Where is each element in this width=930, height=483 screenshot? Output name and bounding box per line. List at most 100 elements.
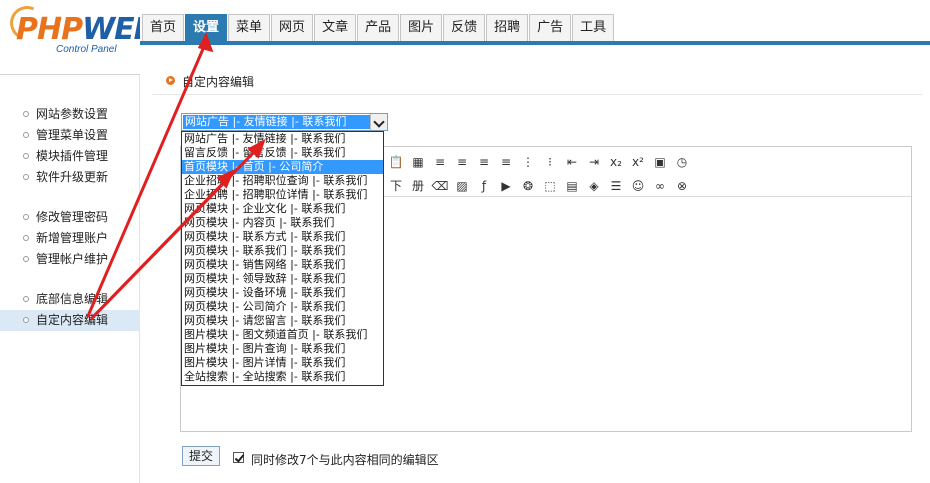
dropdown-option[interactable]: 网页模块 |- 公司简介 |- 联系我们 — [182, 300, 383, 314]
tab-7[interactable]: 反馈 — [443, 14, 486, 41]
sidebar-item-0[interactable]: 网站参数设置 — [0, 104, 140, 125]
dropdown-option[interactable]: 网页模块 |- 销售网络 |- 联系我们 — [182, 258, 383, 272]
logo: PHPWEB Control Panel — [0, 0, 157, 74]
sidebar-item-label: 底部信息编辑 — [36, 292, 109, 306]
unordered-list-icon[interactable]: ⁝ — [539, 152, 561, 172]
bullet-icon — [23, 214, 29, 220]
sidebar-item-label: 新增管理账户 — [36, 231, 109, 245]
sidebar-item-label: 自定内容编辑 — [36, 313, 109, 327]
sidebar-item-label: 管理帐户维护 — [36, 252, 109, 266]
outdent-icon[interactable]: ⇤ — [561, 152, 583, 172]
align-left-icon[interactable]: ≡ — [429, 152, 451, 172]
dropdown-option[interactable]: 企业招聘 |- 招聘职位查询 |- 联系我们 — [182, 174, 383, 188]
sidebar-item-2[interactable]: 模块插件管理 — [0, 146, 140, 167]
sidebar-item-6[interactable]: 管理帐户维护 — [0, 249, 140, 270]
page-title: 自定内容编辑 — [182, 75, 255, 89]
dropdown-option[interactable]: 网站广告 |- 友情链接 |- 联系我们 — [182, 132, 383, 146]
eraser-icon[interactable]: ⌫ — [429, 176, 451, 196]
text-underline-icon[interactable]: 下 — [385, 176, 407, 196]
sidebar-divider — [0, 74, 140, 75]
subscript-icon[interactable]: x₂ — [605, 152, 627, 172]
dropdown-option[interactable]: 首页模块 |- 首页 |- 公司简介 — [182, 160, 383, 174]
sidebar-item-1[interactable]: 管理菜单设置 — [0, 125, 140, 146]
sidebar-item-3[interactable]: 软件升级更新 — [0, 167, 140, 188]
chevron-down-icon[interactable] — [370, 114, 387, 130]
sidebar-item-7[interactable]: 底部信息编辑 — [0, 289, 140, 310]
link-icon[interactable]: ∞ — [649, 176, 671, 196]
table-grid-icon[interactable]: ▦ — [407, 152, 429, 172]
title-divider — [152, 94, 922, 95]
align-justify-icon[interactable]: ≡ — [495, 152, 517, 172]
bullet-icon — [23, 174, 29, 180]
tab-0[interactable]: 首页 — [142, 14, 185, 41]
sidebar: 网站参数设置 管理菜单设置 模块插件管理 软件升级更新 修改管理密码 新增管理账户 管理帐户… — [0, 74, 140, 483]
indent-icon[interactable]: ⇥ — [583, 152, 605, 172]
dropdown-option[interactable]: 网页模块 |- 联系方式 |- 联系我们 — [182, 230, 383, 244]
bullet-icon — [23, 235, 29, 241]
dropdown-option[interactable]: 全站搜索 |- 全站搜索 |- 联系我们 — [182, 370, 383, 384]
toolbar-row-1: 📋 ▦ ≡ ≡ ≡ ≡ ⋮ ⁝ ⇤ ⇥ x₂ x² ▣ ◷ — [385, 152, 693, 172]
bullet-icon — [23, 256, 29, 262]
toolbar-row-2: 下册 ⌫ ▨ ƒ ▶ ❂ ⬚ ▤ ◈ ☰ ☺ ∞ ⊗ — [385, 176, 693, 196]
tab-6[interactable]: 图片 — [400, 14, 443, 41]
tab-4[interactable]: 文章 — [314, 14, 357, 41]
sidebar-item-label: 软件升级更新 — [36, 170, 109, 184]
dropdown-option[interactable]: 图片模块 |- 图文频道首页 |- 联系我们 — [182, 328, 383, 342]
superscript-icon[interactable]: x² — [627, 152, 649, 172]
emoticon-icon[interactable]: ☺ — [627, 176, 649, 196]
sync-edit-checkbox[interactable] — [233, 452, 244, 463]
flash-icon[interactable]: ƒ — [473, 176, 495, 196]
horizontal-rule-icon[interactable]: ☰ — [605, 176, 627, 196]
tab-10[interactable]: 工具 — [572, 14, 615, 41]
submit-button[interactable]: 提交 — [182, 446, 220, 466]
sync-edit-label: 同时修改7个与此内容相同的编辑区 — [251, 453, 439, 467]
flash-alt-icon[interactable]: ❂ — [517, 176, 539, 196]
paste-icon[interactable]: 📋 — [385, 152, 407, 172]
align-center-icon[interactable]: ≡ — [451, 152, 473, 172]
dropdown-option[interactable]: 网页模块 |- 领导致辞 |- 联系我们 — [182, 272, 383, 286]
logo-wordmark: PHPWEB — [16, 12, 157, 47]
tab-3[interactable]: 网页 — [271, 14, 314, 41]
dropdown-option[interactable]: 图片模块 |- 图片详情 |- 联系我们 — [182, 356, 383, 370]
dropdown-option[interactable]: 网页模块 |- 请您留言 |- 联系我们 — [182, 314, 383, 328]
ordered-list-icon[interactable]: ⋮ — [517, 152, 539, 172]
align-right-icon[interactable]: ≡ — [473, 152, 495, 172]
image-icon[interactable]: ▨ — [451, 176, 473, 196]
dropdown-option[interactable]: 网页模块 |- 企业文化 |- 联系我们 — [182, 202, 383, 216]
sidebar-item-label: 管理菜单设置 — [36, 128, 109, 142]
bullet-icon — [23, 132, 29, 138]
tab-5[interactable]: 产品 — [357, 14, 400, 41]
sidebar-item-label: 模块插件管理 — [36, 149, 109, 163]
tab-9[interactable]: 广告 — [529, 14, 572, 41]
bullet-icon — [23, 153, 29, 159]
media-icon[interactable]: ▶ — [495, 176, 517, 196]
table-icon[interactable]: ▤ — [561, 176, 583, 196]
select-current-value: 网站广告 |- 友情链接 |- 联系我们 — [183, 115, 370, 129]
calendar-icon[interactable]: ▣ — [649, 152, 671, 172]
tab-1[interactable]: 设置 — [185, 14, 228, 41]
tab-8[interactable]: 招聘 — [486, 14, 529, 41]
page-break-icon[interactable]: 册 — [407, 176, 429, 196]
sidebar-item-label: 修改管理密码 — [36, 210, 109, 224]
sidebar-item-label: 网站参数设置 — [36, 107, 109, 121]
control-panel-page: PHPWEB Control Panel 首页 设置 菜单 网页 文章 产品 图片 反馈 招聘广… — [0, 0, 930, 483]
logo-subtitle: Control Panel — [56, 44, 117, 55]
frame-icon[interactable]: ⬚ — [539, 176, 561, 196]
sidebar-item-5[interactable]: 新增管理账户 — [0, 228, 140, 249]
content-area-select[interactable]: 网站广告 |- 友情链接 |- 联系我们 — [181, 113, 388, 131]
special-char-icon[interactable]: ◈ — [583, 176, 605, 196]
unlink-icon[interactable]: ⊗ — [671, 176, 693, 196]
bullet-icon — [23, 111, 29, 117]
tab-2[interactable]: 菜单 — [228, 14, 271, 41]
dropdown-option[interactable]: 网页模块 |- 内容页 |- 联系我们 — [182, 216, 383, 230]
dropdown-option[interactable]: 企业招聘 |- 招聘职位详情 |- 联系我们 — [182, 188, 383, 202]
dropdown-option[interactable]: 网页模块 |- 设备环境 |- 联系我们 — [182, 286, 383, 300]
sidebar-item-4[interactable]: 修改管理密码 — [0, 207, 140, 228]
dropdown-option[interactable]: 图片模块 |- 图片查询 |- 联系我们 — [182, 342, 383, 356]
dropdown-option[interactable]: 网页模块 |- 联系我们 |- 联系我们 — [182, 244, 383, 258]
sidebar-item-8[interactable]: 自定内容编辑 — [0, 310, 140, 331]
clock-icon[interactable]: ◷ — [671, 152, 693, 172]
bullet-icon — [23, 296, 29, 302]
dropdown-option[interactable]: 留言反馈 |- 留言反馈 |- 联系我们 — [182, 146, 383, 160]
bullet-icon — [23, 317, 29, 323]
